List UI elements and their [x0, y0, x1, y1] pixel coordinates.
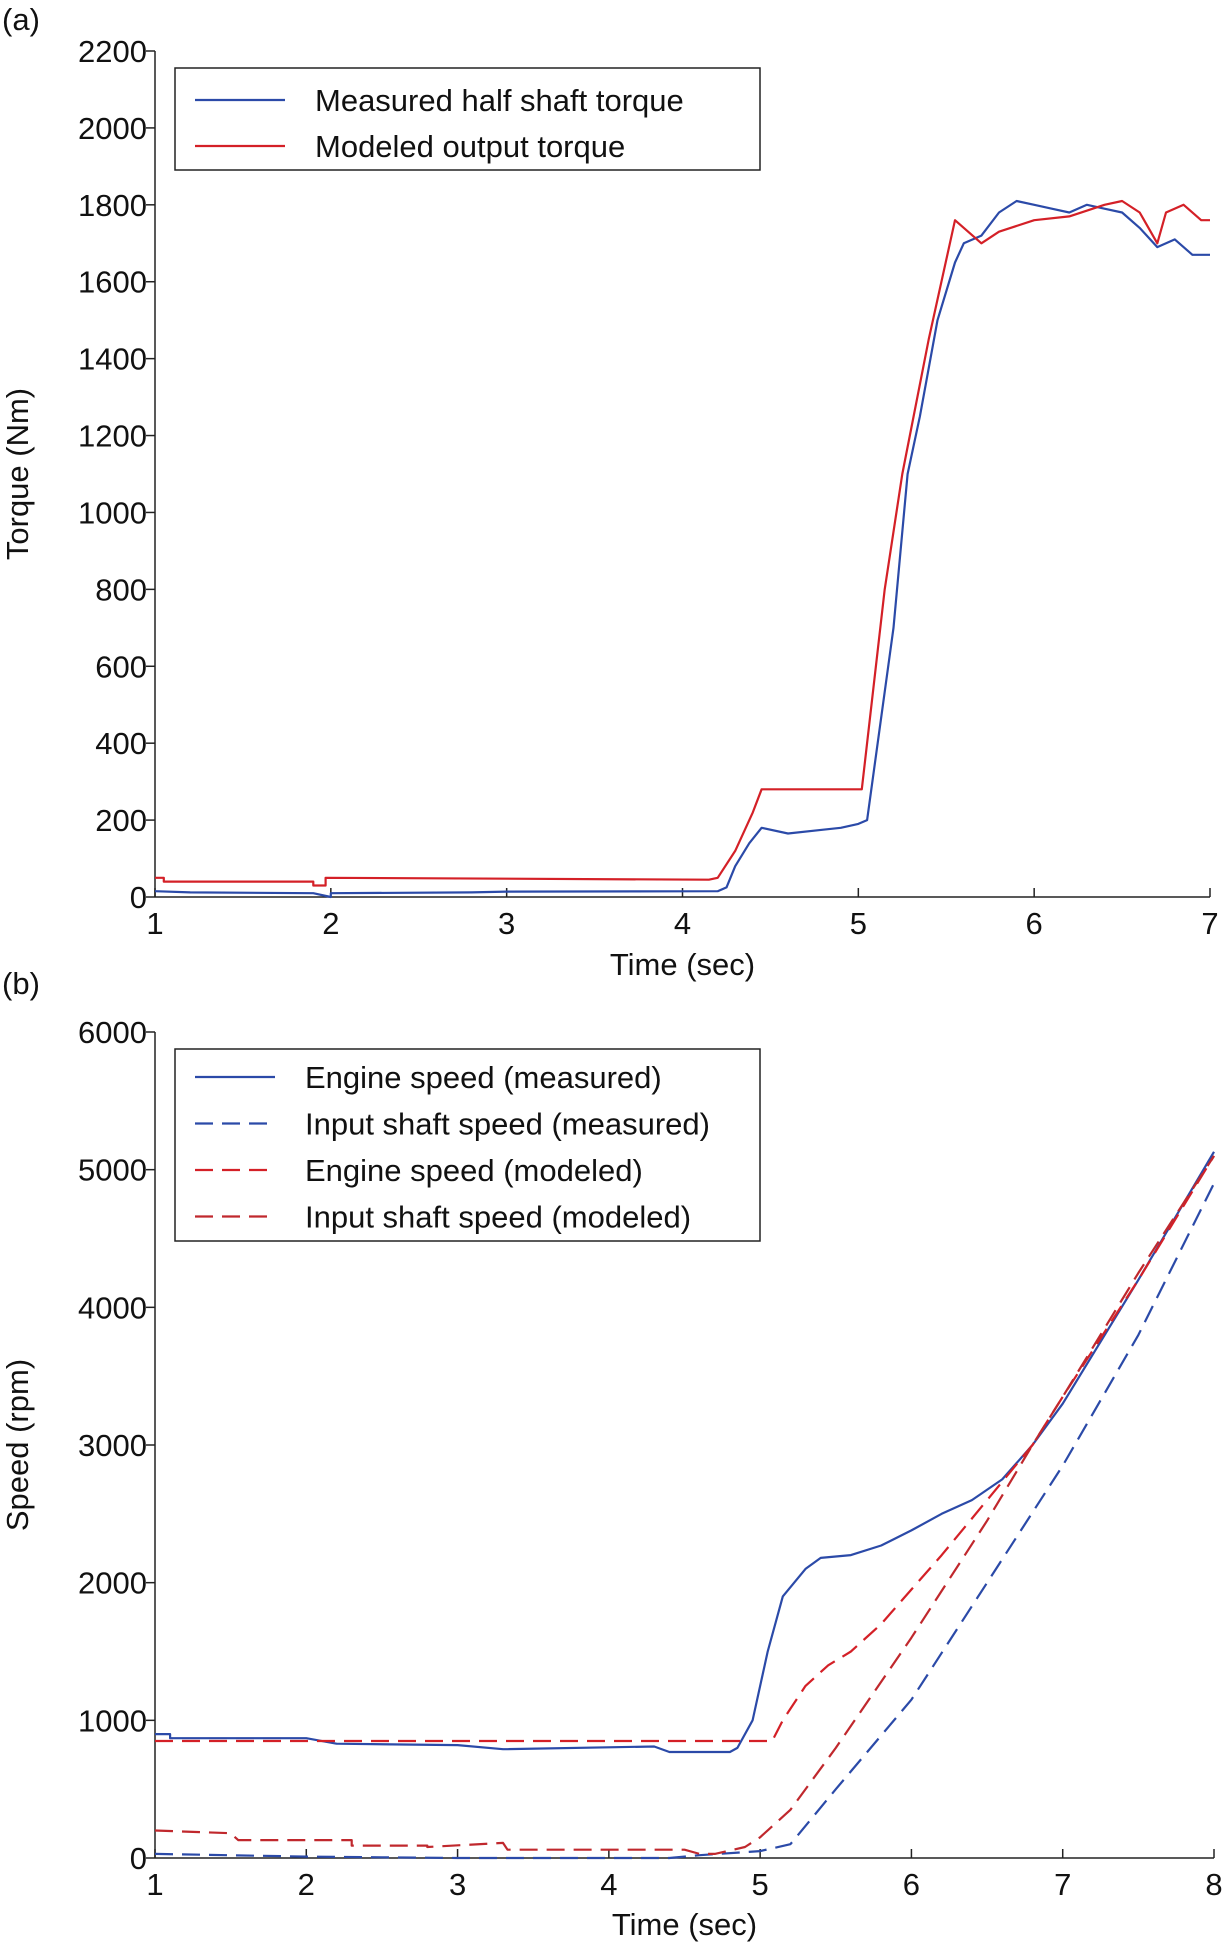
- x-tick-label: 2: [298, 1867, 315, 1902]
- x-tick-label: 3: [449, 1867, 466, 1902]
- x-tick-label: 6: [903, 1867, 920, 1902]
- y-tick-label: 1800: [78, 188, 147, 223]
- y-tick-label: 200: [95, 803, 147, 838]
- legend-label: Input shaft speed (measured): [305, 1107, 710, 1142]
- x-axis-label: Time (sec): [612, 1907, 757, 1942]
- x-tick-label: 6: [1026, 906, 1043, 941]
- y-axis-label: Speed (rpm): [0, 1359, 35, 1531]
- y-tick-label: 1200: [78, 419, 147, 454]
- x-tick-label: 7: [1201, 906, 1218, 941]
- series-line-input-shaft-speed-modeled: [154, 1155, 1215, 1856]
- series-line-engine-speed-measured: [155, 1151, 1215, 1754]
- figure: (a) 0 200 400 600 800 1000 1200 1400 1600 1800 2000…: [0, 2, 1223, 1942]
- y-tick-label: 400: [95, 726, 147, 761]
- panel-label: (b): [2, 966, 40, 1001]
- series-line-modeled-output-torque: [155, 199, 1210, 887]
- y-tick-label: 1400: [78, 342, 147, 377]
- chart-panel-a: (a) 0 200 400 600 800 1000 1200 1400 1600 1800 2000…: [0, 2, 1219, 982]
- x-tick-label: 1: [146, 906, 163, 941]
- legend-label: Engine speed (modeled): [305, 1153, 643, 1188]
- x-tick-label: 5: [752, 1867, 769, 1902]
- x-axis-label: Time (sec): [610, 947, 755, 982]
- x-tick-label: 5: [850, 906, 867, 941]
- chart-panel-b: (b) 0 1000 2000 3000 4000 5000 6000 1 2 3 4 5 6 7 8 Time…: [0, 966, 1223, 1942]
- y-tick-label: 5000: [78, 1153, 147, 1188]
- x-tick-label: 3: [498, 906, 515, 941]
- x-tick-label: 8: [1205, 1867, 1222, 1902]
- y-tick-label: 3000: [78, 1428, 147, 1463]
- y-tick-label: 800: [95, 572, 147, 607]
- y-tick-label: 6000: [78, 1015, 147, 1050]
- y-tick-label: 1600: [78, 265, 147, 300]
- y-tick-label: 2000: [78, 111, 147, 146]
- y-tick-label: 2000: [78, 1566, 147, 1601]
- panel-label: (a): [2, 2, 40, 37]
- y-tick-label: 0: [130, 1841, 147, 1876]
- legend: Measured half shaft torque Modeled output…: [174, 67, 761, 171]
- x-tick-label: 1: [146, 1867, 163, 1902]
- series-line-measured-half-shaft-torque: [154, 199, 1210, 899]
- legend: Engine speed (measured) Input shaft speed…: [174, 1048, 761, 1242]
- x-tick-label: 7: [1054, 1867, 1071, 1902]
- legend-label: Input shaft speed (modeled): [305, 1200, 691, 1235]
- x-tick-label: 4: [600, 1867, 617, 1902]
- series-line-engine-speed-modeled: [155, 1155, 1215, 1743]
- y-tick-label: 1000: [78, 1703, 147, 1738]
- x-tick-label: 4: [674, 906, 691, 941]
- y-tick-label: 1000: [78, 495, 147, 530]
- series-line-input-shaft-speed-measured: [154, 1182, 1215, 1860]
- legend-label: Modeled output torque: [315, 129, 625, 164]
- legend-label: Measured half shaft torque: [315, 83, 684, 118]
- y-tick-label: 600: [95, 649, 147, 684]
- y-tick-label: 0: [130, 880, 147, 915]
- legend-label: Engine speed (measured): [305, 1060, 662, 1095]
- y-axis-label: Torque (Nm): [0, 388, 35, 560]
- y-tick-label: 4000: [78, 1290, 147, 1325]
- y-tick-label: 2200: [78, 34, 147, 69]
- x-tick-label: 2: [322, 906, 339, 941]
